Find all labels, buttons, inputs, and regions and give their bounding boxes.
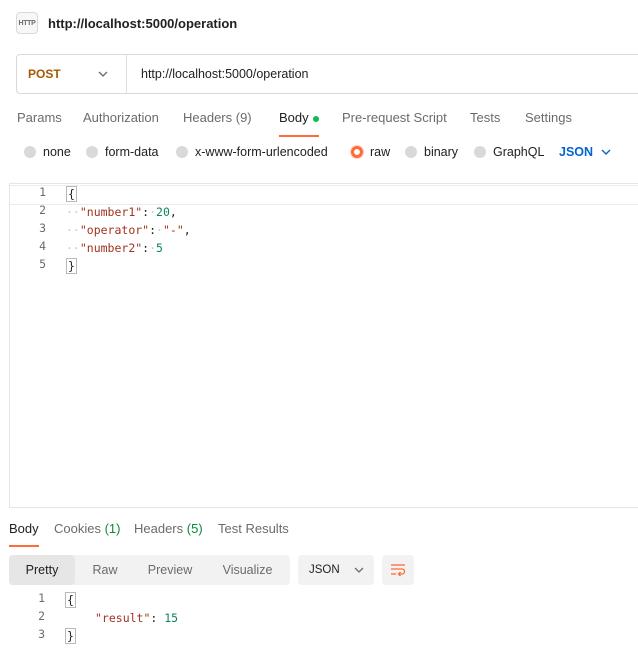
code-line: ··"number1":·20, bbox=[66, 205, 177, 219]
line-number: 2 bbox=[38, 609, 45, 623]
tab-settings[interactable]: Settings bbox=[525, 110, 572, 136]
tab-label: Params bbox=[17, 110, 62, 125]
chevron-down-icon bbox=[601, 149, 611, 155]
tab-label: Headers bbox=[134, 521, 184, 536]
json-key: "number2" bbox=[79, 241, 143, 255]
line-number: 1 bbox=[38, 591, 45, 605]
radio-icon bbox=[176, 146, 188, 158]
tab-label: Body bbox=[279, 110, 309, 125]
radio-label: binary bbox=[424, 145, 459, 159]
headers-count: (5) bbox=[186, 521, 203, 536]
cookies-count: (1) bbox=[104, 521, 121, 536]
line-number: 4 bbox=[39, 239, 46, 253]
code-line: } bbox=[66, 257, 77, 275]
line-number: 5 bbox=[39, 257, 46, 271]
tab-label: Tests bbox=[470, 110, 501, 125]
radio-label: x-www-form-urlencoded bbox=[195, 145, 328, 159]
body-format-select[interactable]: JSON bbox=[559, 145, 611, 159]
response-format-label: JSON bbox=[309, 564, 340, 576]
radio-icon bbox=[24, 146, 36, 158]
url-input[interactable]: http://localhost:5000/operation bbox=[127, 67, 308, 81]
radio-label: raw bbox=[370, 145, 391, 159]
close-brace: } bbox=[65, 628, 76, 644]
radio-checked-icon bbox=[351, 146, 363, 158]
json-key: "operator" bbox=[79, 223, 150, 237]
tab-label: Authorization bbox=[83, 110, 159, 125]
body-type-urlencoded[interactable]: x-www-form-urlencoded bbox=[176, 145, 328, 159]
radio-label: none bbox=[43, 145, 71, 159]
tab-authorization[interactable]: Authorization bbox=[83, 110, 159, 136]
radio-label: GraphQL bbox=[493, 145, 545, 159]
line-number: 2 bbox=[39, 203, 46, 217]
response-body-viewer[interactable]: 1 2 3 { "result": 15 } bbox=[9, 591, 629, 651]
open-brace: { bbox=[65, 592, 76, 608]
view-preview-button[interactable]: Preview bbox=[135, 555, 205, 585]
request-header: HTTP http://localhost:5000/operation bbox=[16, 10, 237, 36]
radio-icon bbox=[86, 146, 98, 158]
view-raw-button[interactable]: Raw bbox=[75, 555, 135, 585]
request-title[interactable]: http://localhost:5000/operation bbox=[48, 16, 237, 31]
method-label: POST bbox=[28, 67, 61, 81]
json-key: "number1" bbox=[79, 205, 143, 219]
line-number: 1 bbox=[39, 185, 46, 199]
view-visualize-button[interactable]: Visualize bbox=[205, 555, 290, 585]
wrap-lines-button[interactable] bbox=[382, 555, 414, 585]
tab-label: Cookies bbox=[54, 521, 101, 536]
body-type-raw[interactable]: raw bbox=[351, 145, 390, 159]
code-line: "result": 15 bbox=[95, 611, 179, 625]
json-value: "-" bbox=[162, 223, 184, 237]
tab-label: Headers (9) bbox=[183, 110, 252, 125]
tab-label: Settings bbox=[525, 110, 572, 125]
code-line: } bbox=[65, 627, 76, 645]
tab-body[interactable]: Body bbox=[279, 110, 319, 137]
close-brace: } bbox=[66, 258, 77, 274]
response-tab-headers[interactable]: Headers (5) bbox=[134, 521, 203, 536]
url-bar: POST http://localhost:5000/operation bbox=[16, 54, 638, 94]
request-body-editor[interactable]: 1 2 3 4 5 { ··"number1":·20, ··"operator… bbox=[9, 183, 638, 508]
body-format-label: JSON bbox=[559, 145, 594, 159]
body-indicator-dot bbox=[312, 115, 319, 122]
radio-label: form-data bbox=[105, 145, 159, 159]
body-type-binary[interactable]: binary bbox=[405, 145, 458, 159]
tab-headers[interactable]: Headers (9) bbox=[183, 110, 252, 136]
code-line: { bbox=[66, 185, 77, 203]
body-type-form-data[interactable]: form-data bbox=[86, 145, 159, 159]
http-request-icon: HTTP bbox=[16, 12, 38, 34]
tab-tests[interactable]: Tests bbox=[470, 110, 500, 136]
tab-params[interactable]: Params bbox=[17, 110, 62, 136]
json-value: 15 bbox=[164, 611, 179, 625]
body-type-none[interactable]: none bbox=[24, 145, 71, 159]
tab-label: Pre-request Script bbox=[342, 110, 447, 125]
body-type-graphql[interactable]: GraphQL bbox=[474, 145, 544, 159]
tab-label: Test Results bbox=[218, 521, 289, 536]
json-value: 5 bbox=[156, 241, 163, 255]
response-tab-body[interactable]: Body bbox=[9, 521, 39, 547]
json-key: "result" bbox=[95, 611, 151, 625]
code-line: ··"number2":·5 bbox=[66, 241, 163, 255]
active-line-highlight bbox=[10, 185, 638, 205]
response-format-select[interactable]: JSON bbox=[298, 555, 374, 585]
radio-icon bbox=[405, 146, 417, 158]
json-value: 20 bbox=[156, 205, 170, 219]
radio-icon bbox=[474, 146, 486, 158]
view-pretty-button[interactable]: Pretty bbox=[9, 555, 75, 585]
response-tab-test-results[interactable]: Test Results bbox=[218, 521, 289, 536]
code-line: { bbox=[65, 591, 76, 609]
method-select[interactable]: POST bbox=[17, 55, 127, 93]
response-tab-cookies[interactable]: Cookies (1) bbox=[54, 521, 120, 536]
line-number: 3 bbox=[39, 221, 46, 235]
wrap-lines-icon bbox=[391, 564, 406, 577]
chevron-down-icon bbox=[354, 567, 364, 573]
active-tab-underline bbox=[9, 545, 39, 547]
open-brace: { bbox=[66, 186, 77, 202]
tab-pre-request-script[interactable]: Pre-request Script bbox=[342, 110, 447, 136]
line-number: 3 bbox=[38, 627, 45, 641]
response-view-toggle: Pretty Raw Preview Visualize bbox=[9, 555, 290, 585]
active-tab-underline bbox=[279, 135, 319, 137]
chevron-down-icon bbox=[98, 71, 108, 77]
code-line: ··"operator":·"-", bbox=[66, 223, 191, 237]
tab-label: Body bbox=[9, 521, 39, 536]
